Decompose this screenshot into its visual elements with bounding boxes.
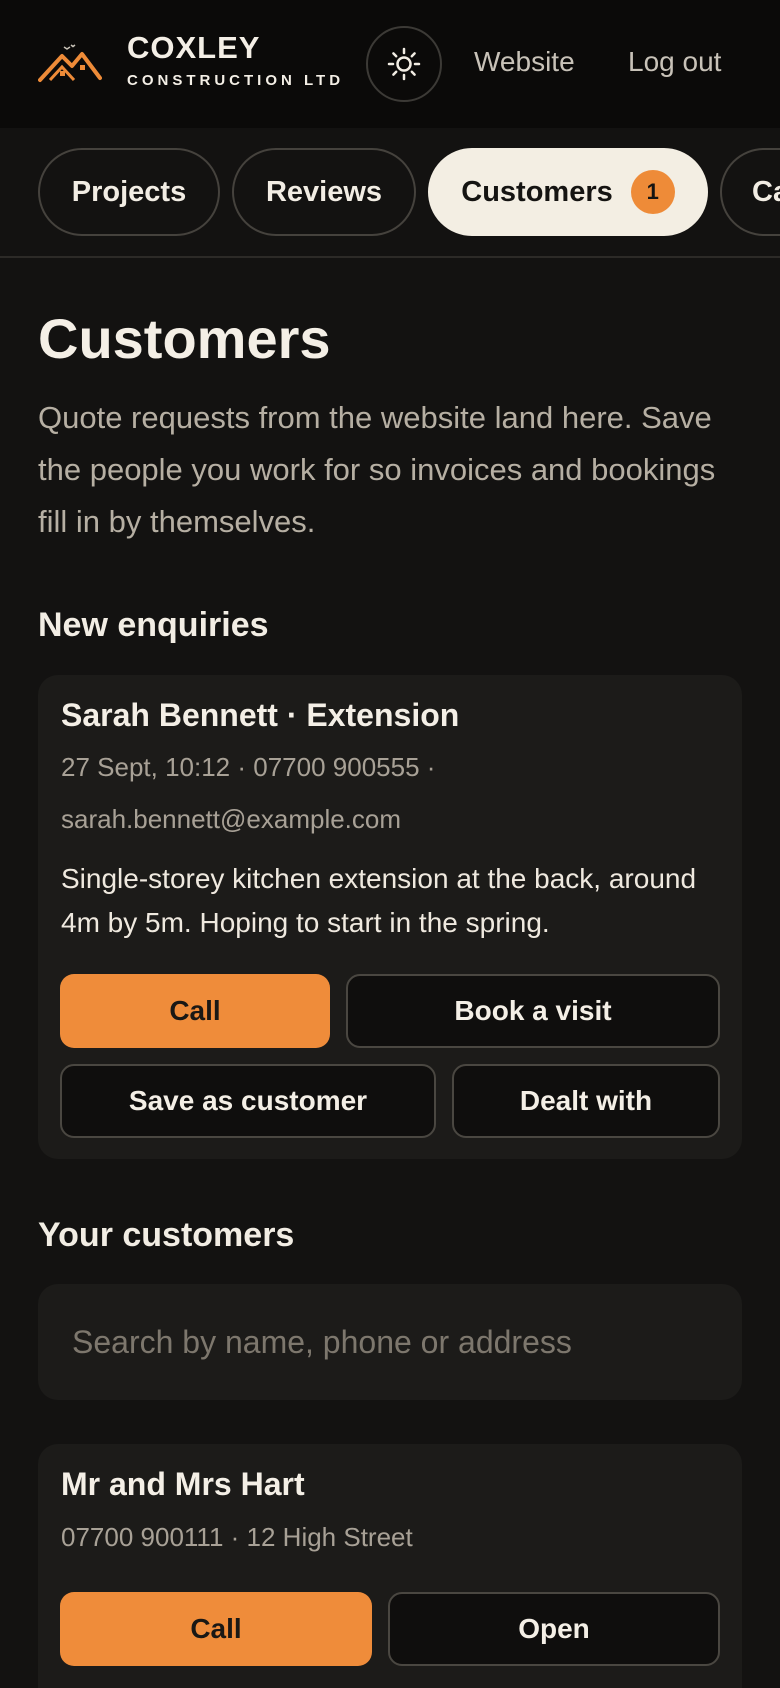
tab-customers[interactable]: Customers 1 — [428, 148, 708, 236]
brand-subtitle: CONSTRUCTION LTD — [127, 72, 345, 89]
customer-name: Mr and Mrs Hart — [61, 1466, 305, 1502]
brand-name: COXLEY — [127, 30, 261, 65]
button-label: Save as customer — [128, 1085, 368, 1116]
notification-badge: 1 — [630, 170, 675, 214]
enquiry-meta: 27 Sept, 10:12 · 07700 900555 · — [61, 752, 436, 782]
tab-label: Projects — [71, 175, 187, 208]
customer-meta: 07700 900111 · 12 High Street — [61, 1522, 413, 1552]
tab-projects[interactable]: Projects — [38, 148, 220, 236]
book-visit-button[interactable]: Book a visit — [346, 974, 720, 1048]
button-label: Book a visit — [454, 995, 612, 1026]
tab-label: Ca — [752, 175, 780, 208]
sun-icon — [387, 47, 421, 81]
call-button[interactable]: Call — [60, 974, 330, 1048]
enquiry-email[interactable]: sarah.bennett@example.com — [61, 804, 401, 835]
save-as-customer-button[interactable]: Save as customer — [60, 1064, 436, 1138]
dealt-with-button[interactable]: Dealt with — [452, 1064, 720, 1138]
your-customers-heading: Your customers — [38, 1216, 295, 1254]
page-title: Customers — [38, 307, 331, 370]
logout-link[interactable]: Log out — [628, 46, 721, 78]
top-bar: COXLEY CONSTRUCTION LTD Website Log out — [0, 0, 780, 128]
button-label: Open — [518, 1613, 590, 1644]
call-button[interactable]: Call — [60, 1592, 372, 1666]
section-tabs: Projects Reviews Customers 1 Ca — [0, 128, 780, 258]
button-label: Dealt with — [519, 1085, 653, 1116]
tab-label: Reviews — [265, 175, 383, 208]
customer-card: Mr and Mrs Hart 07700 900111 · 12 High S… — [38, 1444, 742, 1688]
tab-label: Customers — [461, 175, 613, 208]
button-label: Call — [190, 1613, 242, 1644]
open-customer-button[interactable]: Open — [388, 1592, 720, 1666]
button-label: Call — [169, 995, 221, 1026]
house-logo-icon[interactable] — [38, 42, 102, 84]
enquiry-message: Single-storey kitchen extension at the b… — [61, 863, 697, 938]
theme-toggle-button[interactable] — [366, 26, 442, 102]
tab-reviews[interactable]: Reviews — [232, 148, 416, 236]
customer-search-input[interactable] — [38, 1284, 742, 1400]
tab-partial[interactable]: Ca — [720, 148, 780, 236]
website-link[interactable]: Website — [474, 46, 575, 78]
enquiry-title: Sarah Bennett · Extension — [61, 697, 460, 733]
page-intro: Quote requests from the website land her… — [38, 400, 716, 539]
enquiry-card: Sarah Bennett · Extension 27 Sept, 10:12… — [38, 675, 742, 1159]
new-enquiries-heading: New enquiries — [38, 606, 269, 644]
